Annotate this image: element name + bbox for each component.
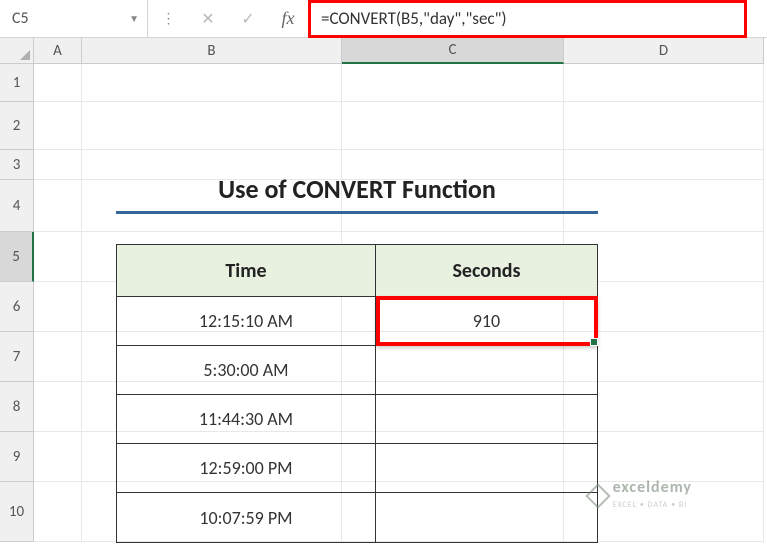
cells-area[interactable]: Use of CONVERT Function Time Seconds 12:…	[34, 64, 767, 542]
cell-C10[interactable]	[342, 482, 564, 542]
cell-D9[interactable]	[564, 432, 764, 482]
cell-D4[interactable]	[564, 180, 764, 232]
cell-A7[interactable]	[34, 332, 82, 382]
cell-C5[interactable]	[342, 232, 564, 282]
cell-B5[interactable]	[82, 232, 342, 282]
cell-B10[interactable]	[82, 482, 342, 542]
cell-B3[interactable]	[82, 150, 342, 180]
row-header-4[interactable]: 4	[0, 180, 34, 232]
cell-A3[interactable]	[34, 150, 82, 180]
column-header-C[interactable]: C	[342, 38, 564, 64]
cell-B7[interactable]	[82, 332, 342, 382]
row-header-2[interactable]: 2	[0, 102, 34, 150]
column-header-A[interactable]: A	[34, 38, 82, 64]
spreadsheet-grid: 12345678910 ABCD Use of CONVERT Function…	[0, 38, 767, 542]
formula-bar-buttons: ⋮ ✕ ✓ fx	[148, 0, 308, 38]
cell-C2[interactable]	[342, 102, 564, 150]
chevron-down-icon[interactable]: ▼	[129, 12, 139, 25]
name-box-value: C5	[12, 9, 29, 28]
cell-B8[interactable]	[82, 382, 342, 432]
cell-A9[interactable]	[34, 432, 82, 482]
cell-B4[interactable]	[82, 180, 342, 232]
cell-C7[interactable]	[342, 332, 564, 382]
cell-C9[interactable]	[342, 432, 564, 482]
cancel-icon[interactable]: ✕	[188, 0, 228, 38]
select-all-corner[interactable]	[0, 38, 34, 64]
more-icon[interactable]: ⋮	[148, 0, 188, 38]
cell-D3[interactable]	[564, 150, 764, 180]
cell-C1[interactable]	[342, 64, 564, 102]
cell-A10[interactable]	[34, 482, 82, 542]
cell-D1[interactable]	[564, 64, 764, 102]
cell-C8[interactable]	[342, 382, 564, 432]
cell-D6[interactable]	[564, 282, 764, 332]
row-header-8[interactable]: 8	[0, 382, 34, 432]
row-header-9[interactable]: 9	[0, 432, 34, 482]
cell-A8[interactable]	[34, 382, 82, 432]
row-header-7[interactable]: 7	[0, 332, 34, 382]
name-box[interactable]: C5 ▼	[0, 0, 148, 38]
cell-A5[interactable]	[34, 232, 82, 282]
cell-A4[interactable]	[34, 180, 82, 232]
cell-D2[interactable]	[564, 102, 764, 150]
cell-D7[interactable]	[564, 332, 764, 382]
enter-icon[interactable]: ✓	[228, 0, 268, 38]
cell-C3[interactable]	[342, 150, 564, 180]
cell-B2[interactable]	[82, 102, 342, 150]
row-header-1[interactable]: 1	[0, 64, 34, 102]
cell-C4[interactable]	[342, 180, 564, 232]
formula-text: =CONVERT(B5,"day","sec")	[321, 8, 507, 29]
cell-A1[interactable]	[34, 64, 82, 102]
cell-B9[interactable]	[82, 432, 342, 482]
column-header-D[interactable]: D	[564, 38, 764, 64]
formula-input[interactable]: =CONVERT(B5,"day","sec")	[308, 0, 747, 38]
cell-A2[interactable]	[34, 102, 82, 150]
watermark: exceldemy EXCEL • DATA • BI	[589, 480, 692, 511]
cell-B6[interactable]	[82, 282, 342, 332]
fx-icon[interactable]: fx	[268, 0, 308, 38]
cell-A6[interactable]	[34, 282, 82, 332]
watermark-tagline: EXCEL • DATA • BI	[613, 500, 688, 510]
column-headers: ABCD	[34, 38, 767, 64]
row-headers: 12345678910	[0, 64, 34, 542]
cell-D5[interactable]	[564, 232, 764, 282]
column-header-B[interactable]: B	[82, 38, 342, 64]
logo-icon	[585, 483, 610, 508]
cell-B1[interactable]	[82, 64, 342, 102]
formula-bar: C5 ▼ ⋮ ✕ ✓ fx =CONVERT(B5,"day","sec")	[0, 0, 767, 38]
watermark-brand: exceldemy	[613, 480, 692, 496]
cell-D8[interactable]	[564, 382, 764, 432]
row-header-10[interactable]: 10	[0, 482, 34, 542]
row-header-5[interactable]: 5	[0, 232, 34, 282]
row-header-3[interactable]: 3	[0, 150, 34, 180]
row-header-6[interactable]: 6	[0, 282, 34, 332]
cell-C6[interactable]	[342, 282, 564, 332]
